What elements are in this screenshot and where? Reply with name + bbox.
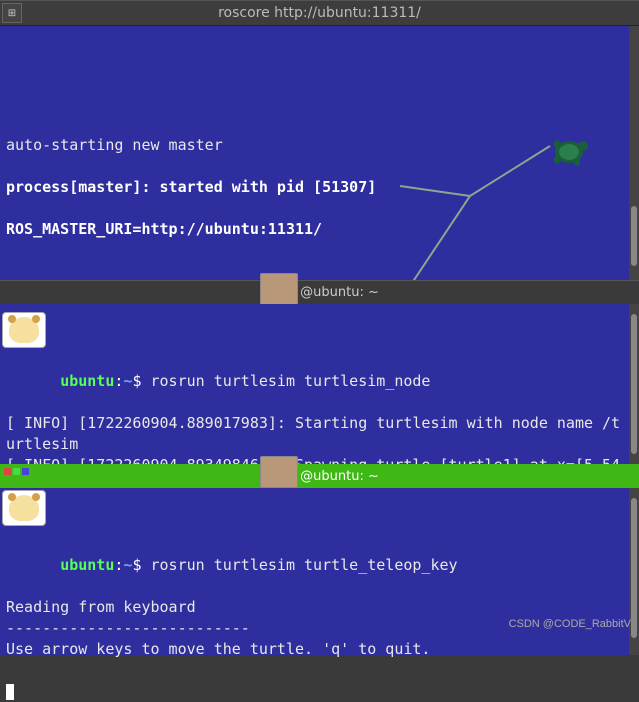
tab-label: @ubuntu: ~ [300,469,379,484]
window-title: roscore http://ubuntu:11311/ [218,5,421,21]
window-control-icons [4,468,29,475]
assistant-avatar [2,490,46,526]
prompt-user: ubuntu [60,556,114,574]
scrollbar-thumb[interactable] [631,314,637,454]
command-text: rosrun turtlesim turtlesim_node [151,372,431,390]
scrollbar-thumb[interactable] [631,206,637,266]
terminal-roscore[interactable]: auto-starting new master process[master]… [0,26,639,280]
scrollbar-thumb[interactable] [631,498,637,638]
terminal-tab-2[interactable]: @ubuntu: ~ [0,280,639,304]
assistant-avatar [2,312,46,348]
user-avatar-icon [260,273,298,305]
window-title-bar: ⊞ roscore http://ubuntu:11311/ [0,0,639,26]
tab-label: @ubuntu: ~ [300,285,379,300]
terminal-turtlesim-node[interactable]: ubuntu:~$ rosrun turtlesim turtlesim_nod… [0,304,639,464]
user-avatar-icon [260,456,298,488]
window-grid-icon[interactable]: ⊞ [2,3,22,23]
command-text: rosrun turtlesim turtle_teleop_key [151,556,458,574]
terminal-tab-3-active[interactable]: @ubuntu: ~ [0,464,639,488]
terminal-prompt-line: ubuntu:~$ rosrun turtlesim turtle_teleop… [6,555,623,576]
turtle-icon [547,134,591,168]
prompt-user: ubuntu [60,372,114,390]
terminal-prompt-line: ubuntu:~$ rosrun turtlesim turtlesim_nod… [6,371,623,392]
watermark: CSDN @CODE_RabbitV [509,618,631,630]
cursor-icon [6,684,14,700]
